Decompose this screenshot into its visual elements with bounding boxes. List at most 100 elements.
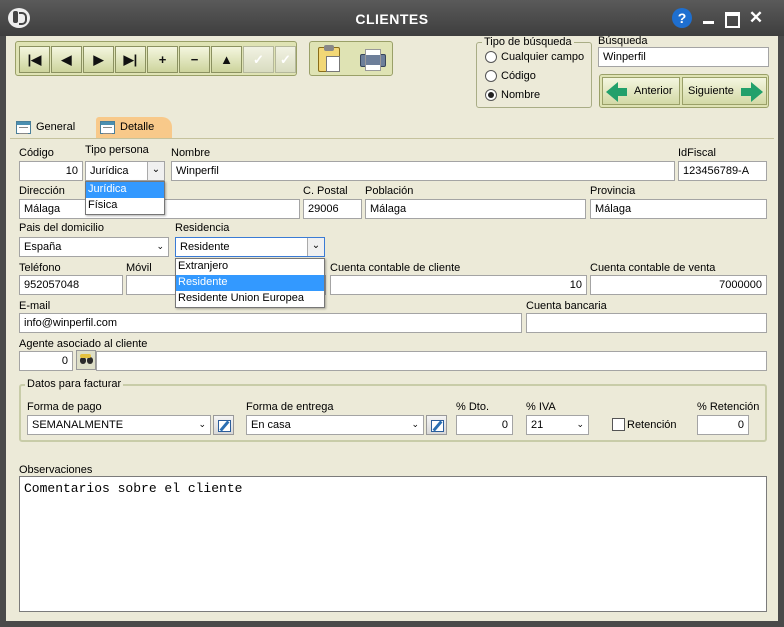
chevron-down-icon[interactable]: ⌄ — [576, 419, 584, 430]
dropdown-option[interactable]: Residente Union Europea — [176, 291, 324, 307]
observaciones-textarea[interactable]: Comentarios sobre el cliente — [19, 476, 767, 612]
forma-entrega-value: En casa — [251, 419, 291, 431]
first-record-icon[interactable]: |◀ — [19, 46, 50, 73]
clipboard-icon[interactable] — [318, 45, 340, 72]
search-nav: Anterior Siguiente — [599, 74, 769, 108]
observaciones-label: Observaciones — [19, 464, 93, 476]
accept-icon[interactable]: ✓ — [243, 46, 274, 73]
codigo-input[interactable]: 10 — [19, 161, 83, 181]
forma-pago-select[interactable]: SEMANALMENTE ⌄ — [27, 415, 211, 435]
window-title: CLIENTES — [355, 11, 429, 27]
dto-input[interactable]: 0 — [456, 415, 513, 435]
agente-label: Agente asociado al cliente — [19, 338, 148, 350]
record-toolbar: |◀ ◀ ▶ ▶| + − ▲ ✓ ✓ — [15, 41, 297, 76]
cta-venta-label: Cuenta contable de venta — [590, 262, 716, 274]
delete-icon[interactable]: − — [179, 46, 210, 73]
tab-detalle-label: Detalle — [120, 121, 155, 133]
dropdown-option[interactable]: Física — [86, 198, 164, 214]
grid-icon — [100, 121, 115, 134]
tipo-persona-dropdown: Jurídica Física — [85, 181, 165, 215]
cpostal-input[interactable]: 29006 — [303, 199, 362, 219]
nombre-input[interactable]: Winperfil — [171, 161, 675, 181]
forma-pago-label: Forma de pago — [27, 401, 102, 413]
search-label: Búsqueda — [598, 35, 648, 47]
agente-code-input[interactable]: 0 — [19, 351, 73, 371]
cta-bancaria-label: Cuenta bancaria — [526, 300, 607, 312]
codigo-label: Código — [19, 147, 54, 159]
arrow-right-icon — [741, 82, 763, 102]
provincia-input[interactable]: Málaga — [590, 199, 767, 219]
chevron-down-icon[interactable]: ⌄ — [307, 238, 324, 256]
retencion-input[interactable]: 0 — [697, 415, 749, 435]
edit-icon[interactable] — [213, 415, 234, 435]
next-result-label: Siguiente — [688, 85, 734, 97]
minimize-icon[interactable] — [698, 9, 720, 27]
forma-entrega-select[interactable]: En casa ⌄ — [246, 415, 424, 435]
chevron-down-icon[interactable]: ⌄ — [198, 419, 206, 430]
dropdown-option[interactable]: Jurídica — [86, 182, 164, 198]
grid-icon — [16, 121, 31, 134]
pais-value: España — [24, 241, 62, 253]
search-input[interactable]: Winperfil — [598, 47, 769, 67]
cta-cliente-input[interactable]: 10 — [330, 275, 587, 295]
binoculars-icon[interactable] — [76, 350, 96, 370]
tipo-persona-select[interactable]: Jurídica ⌄ — [85, 161, 165, 181]
tab-general[interactable]: General — [12, 117, 81, 139]
search-type-group: Tipo de búsqueda Cualquier campo Código … — [476, 36, 592, 108]
forma-pago-value: SEMANALMENTE — [32, 419, 124, 431]
previous-result-button[interactable]: Anterior — [602, 77, 680, 105]
residencia-dropdown: Extranjero Residente Residente Union Eur… — [175, 258, 325, 308]
dropdown-option[interactable]: Residente — [176, 275, 324, 291]
dropdown-option[interactable]: Extranjero — [176, 259, 324, 275]
forma-entrega-label: Forma de entrega — [246, 401, 334, 413]
iva-select[interactable]: 21 ⌄ — [526, 415, 589, 435]
facturar-label: Datos para facturar — [25, 378, 124, 390]
direccion-label: Dirección — [19, 185, 65, 197]
help-icon[interactable]: ? — [672, 8, 692, 28]
up-icon[interactable]: ▲ — [211, 46, 242, 73]
email-input[interactable]: info@winperfil.com — [19, 313, 522, 333]
residencia-select[interactable]: Residente ⌄ — [175, 237, 325, 257]
tab-general-label: General — [36, 121, 76, 133]
previous-record-icon[interactable]: ◀ — [51, 46, 82, 73]
last-record-icon[interactable]: ▶| — [115, 46, 146, 73]
chevron-down-icon[interactable]: ⌄ — [156, 241, 164, 252]
iva-label: % IVA — [526, 401, 556, 413]
radio-code[interactable] — [485, 70, 497, 82]
chevron-down-icon[interactable]: ⌄ — [411, 419, 419, 430]
iva-value: 21 — [531, 419, 544, 431]
radio-name[interactable] — [485, 89, 497, 101]
cancel-icon[interactable]: ✓ — [275, 46, 296, 73]
agente-name-input[interactable] — [96, 351, 767, 371]
pais-select[interactable]: España ⌄ — [19, 237, 169, 257]
dto-label: % Dto. — [456, 401, 490, 413]
radio-any-field[interactable] — [485, 51, 497, 63]
residencia-value: Residente — [180, 241, 230, 253]
next-record-icon[interactable]: ▶ — [83, 46, 114, 73]
nombre-label: Nombre — [171, 147, 211, 159]
residencia-label: Residencia — [175, 222, 230, 234]
maximize-icon[interactable] — [720, 9, 742, 28]
idfiscal-label: IdFiscal — [678, 147, 716, 159]
printer-icon[interactable] — [360, 49, 386, 71]
retencion-label: % Retención — [697, 401, 760, 413]
extra-toolbar — [309, 41, 393, 76]
previous-result-label: Anterior — [634, 85, 673, 97]
next-result-button[interactable]: Siguiente — [682, 77, 767, 105]
retencion-checkbox[interactable] — [612, 418, 625, 431]
close-icon[interactable]: ✕ — [745, 9, 767, 27]
provincia-label: Provincia — [590, 185, 636, 197]
search-type-label: Tipo de búsqueda — [482, 36, 574, 48]
idfiscal-input[interactable]: 123456789-A — [678, 161, 767, 181]
tipo-persona-label: Tipo persona — [85, 144, 149, 156]
chevron-down-icon[interactable]: ⌄ — [147, 162, 164, 180]
tab-detalle[interactable]: Detalle — [96, 117, 172, 139]
poblacion-label: Población — [365, 185, 414, 197]
cta-venta-input[interactable]: 7000000 — [590, 275, 767, 295]
poblacion-input[interactable]: Málaga — [365, 199, 586, 219]
add-icon[interactable]: + — [147, 46, 178, 73]
cta-bancaria-input[interactable] — [526, 313, 767, 333]
telefono-input[interactable]: 952057048 — [19, 275, 123, 295]
edit-icon[interactable] — [426, 415, 447, 435]
pais-label: Pais del domicilio — [19, 222, 104, 234]
